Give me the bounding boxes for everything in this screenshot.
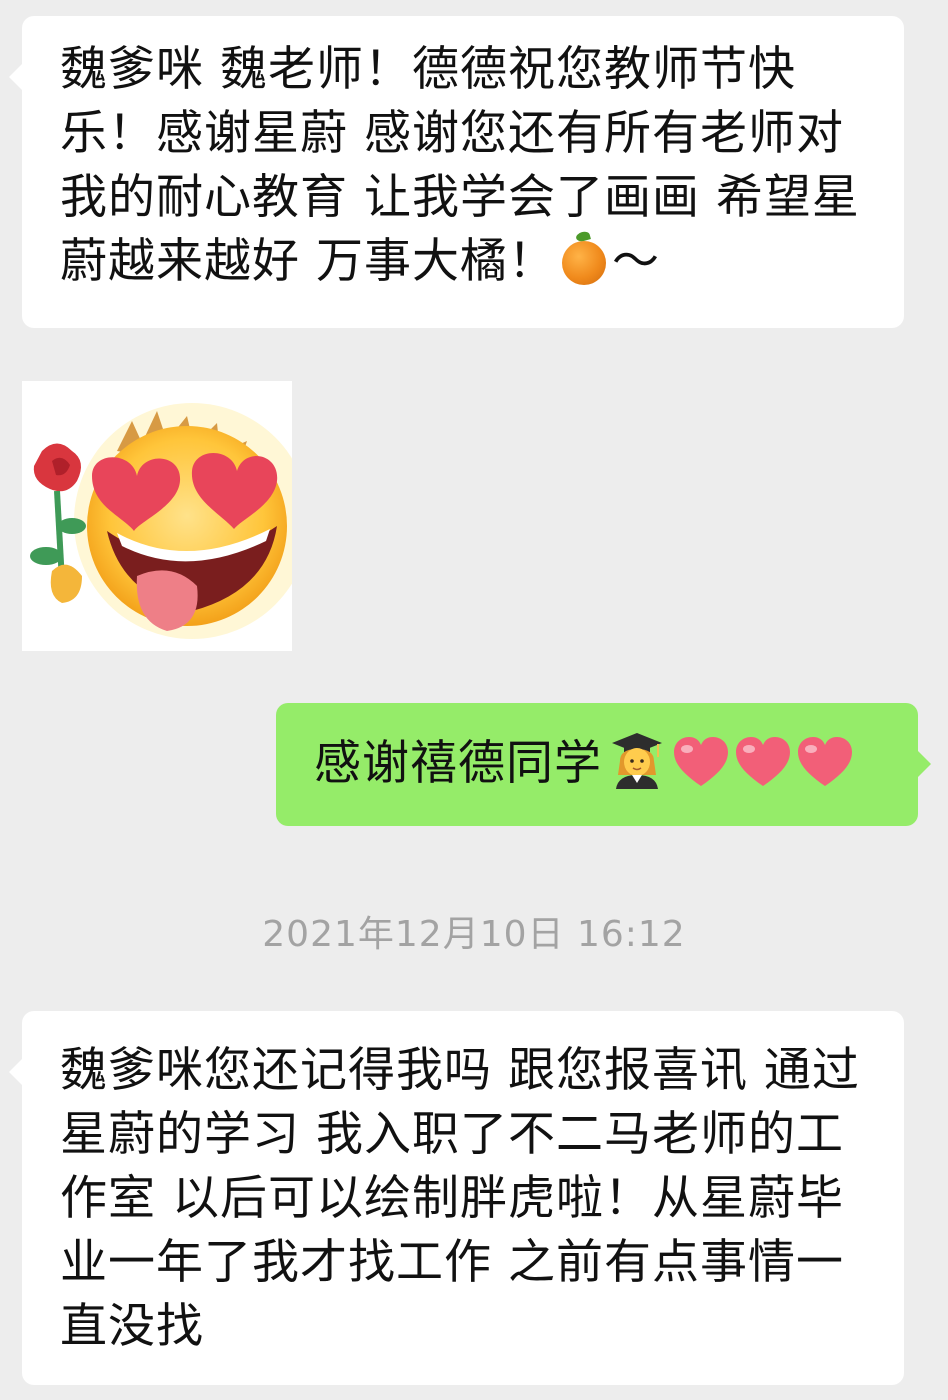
heart-emoji	[674, 737, 728, 786]
message-bubble-incoming[interactable]: 魏爹咪 魏老师！德德祝您教师节快乐！感谢星蔚 感谢您还有所有老师对我的耐心教育 …	[9, 16, 904, 328]
heart-emoji	[736, 737, 790, 786]
woman-graduate-emoji	[612, 733, 662, 789]
message-text: 魏爹咪 魏老师！德德祝您教师节快乐！感谢星蔚 感谢您还有所有老师对我的耐心教育 …	[60, 42, 860, 289]
message-text: 魏爹咪您还记得我吗 跟您报喜讯 通过星蔚的学习 我入职了不二马老师的工作室 以后…	[60, 1043, 860, 1354]
message-text-tail: ～	[611, 234, 660, 289]
message-text: 感谢禧德同学	[314, 736, 602, 791]
chat-timestamp: 2021年12月10日 16:12	[262, 914, 686, 955]
sticker-icon	[30, 403, 310, 639]
message-bubble-outgoing[interactable]: 感谢禧德同学	[276, 703, 931, 826]
bubble-tail	[9, 63, 23, 91]
bubble-tail	[917, 750, 931, 778]
heart-emoji	[798, 737, 852, 786]
orange-emoji	[561, 241, 606, 285]
bubble-tail	[9, 1058, 23, 1086]
heart-eyes-rose-sticker[interactable]	[22, 381, 310, 651]
message-bubble-incoming[interactable]: 魏爹咪您还记得我吗 跟您报喜讯 通过星蔚的学习 我入职了不二马老师的工作室 以后…	[9, 1011, 904, 1385]
